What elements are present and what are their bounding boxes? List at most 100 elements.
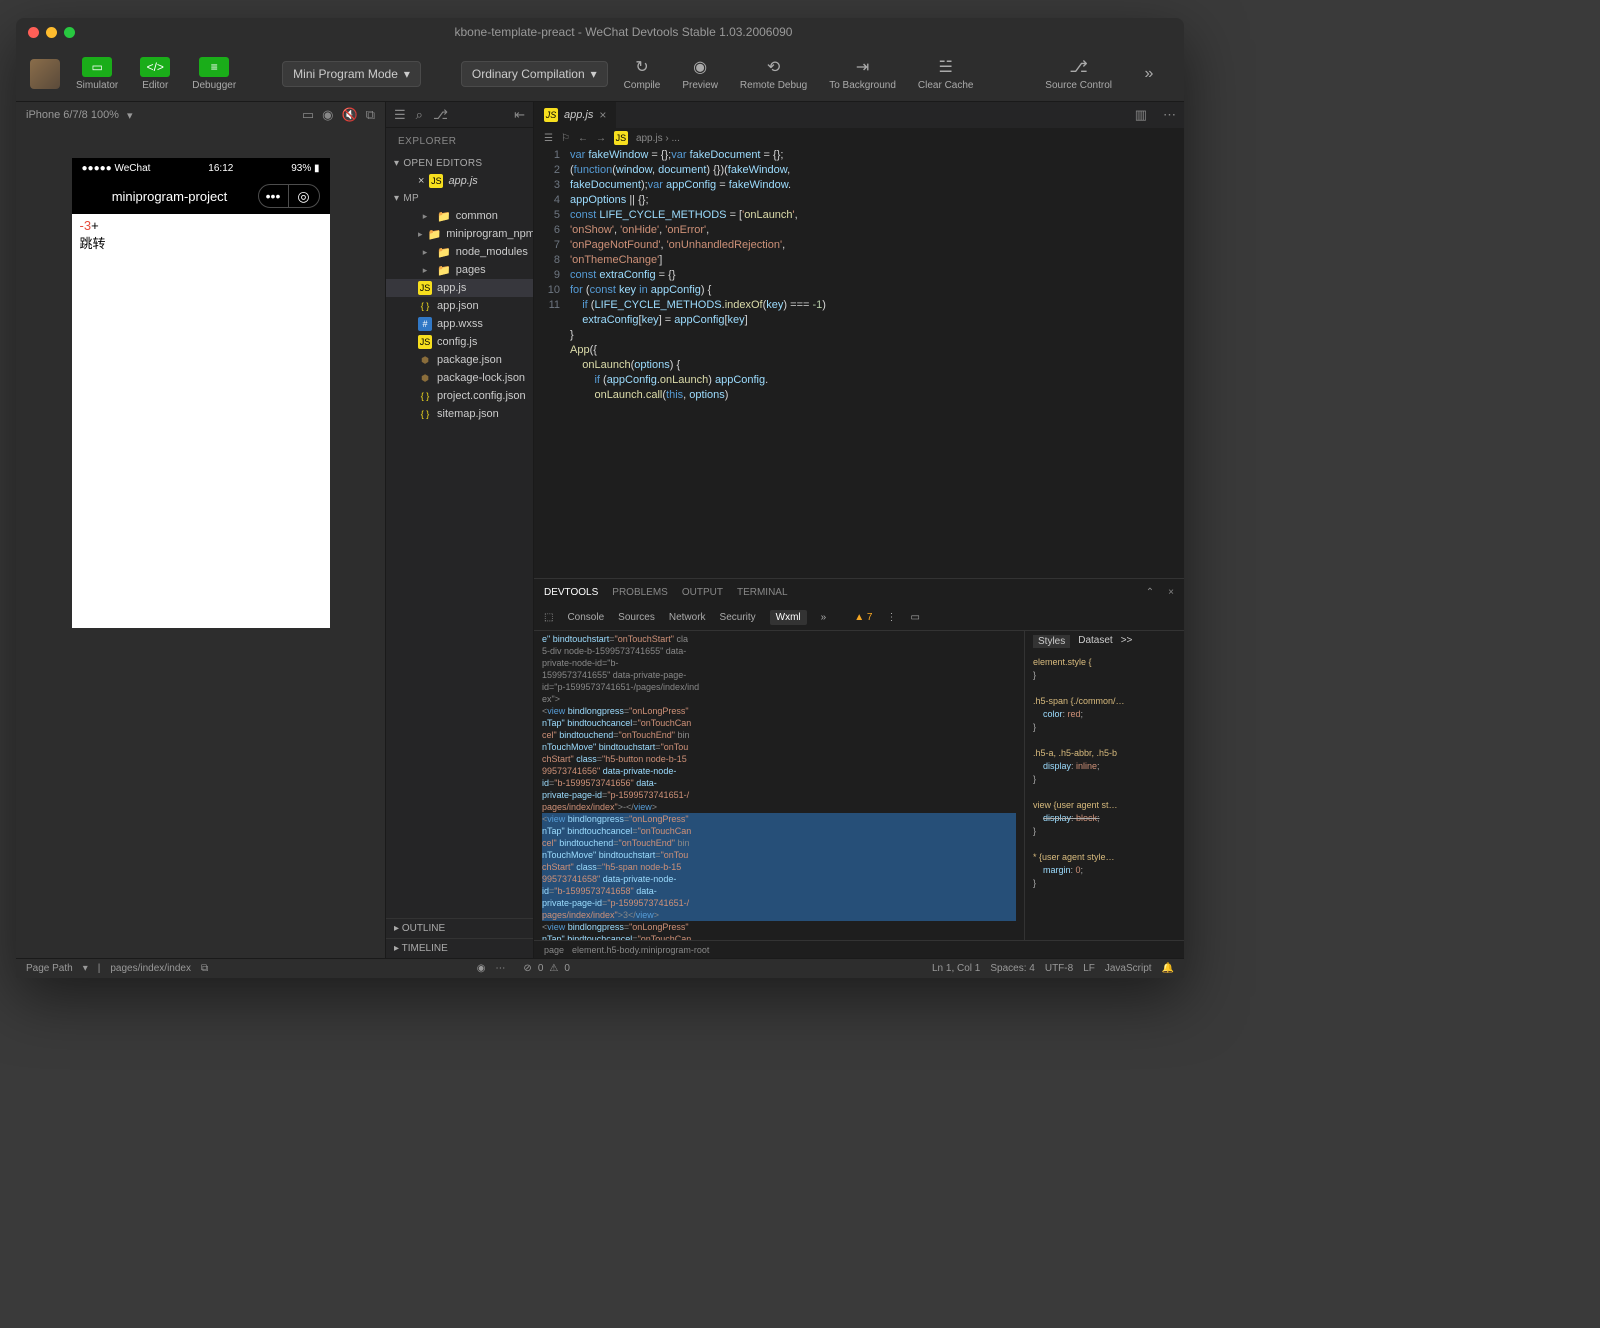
- compilation-label: Ordinary Compilation: [472, 67, 585, 81]
- tree-item[interactable]: JSconfig.js: [386, 333, 533, 351]
- more-icon[interactable]: »: [821, 612, 827, 623]
- mode-select[interactable]: Mini Program Mode▾: [282, 61, 421, 87]
- copy-icon[interactable]: ⧉: [366, 107, 375, 123]
- chevron-down-icon: ▾: [591, 67, 597, 81]
- outline-section[interactable]: ▸ OUTLINE: [386, 918, 533, 938]
- inspect-icon[interactable]: ⬚: [544, 612, 553, 623]
- close-icon[interactable]: [28, 27, 39, 38]
- devtools-tabs: DEVTOOLS PROBLEMS OUTPUT TERMINAL ⌃ ×: [534, 579, 1184, 605]
- open-editors-section[interactable]: ▾OPEN EDITORS: [386, 155, 533, 172]
- more-icon[interactable]: ⋯: [495, 963, 505, 974]
- device-select[interactable]: iPhone 6/7/8 100%: [26, 109, 119, 121]
- cursor-pos[interactable]: Ln 1, Col 1: [932, 963, 980, 974]
- styles-tab[interactable]: Styles: [1033, 635, 1070, 648]
- menu-icon[interactable]: ⋮: [886, 612, 896, 623]
- open-editor-item[interactable]: ×JSapp.js: [386, 172, 533, 190]
- minimize-icon[interactable]: [46, 27, 57, 38]
- close-icon[interactable]: ×: [599, 108, 606, 122]
- titlebar: kbone-template-preact - WeChat Devtools …: [16, 18, 1184, 46]
- record-icon[interactable]: ◉: [322, 107, 333, 123]
- styles-body[interactable]: element.style {}.h5-span {./common/…colo…: [1025, 652, 1184, 940]
- code-editor[interactable]: 1234567891011 var fakeWindow = {};var fa…: [534, 148, 1184, 578]
- simulator-button[interactable]: ▭Simulator: [70, 55, 124, 93]
- bookmark-icon[interactable]: ⚐: [561, 133, 570, 144]
- avatar[interactable]: [30, 59, 60, 89]
- eol[interactable]: LF: [1083, 963, 1095, 974]
- devtools-subtabs: ⬚ Console Sources Network Security Wxml …: [534, 605, 1184, 631]
- page-path-label[interactable]: Page Path: [26, 963, 73, 974]
- dataset-tab[interactable]: Dataset: [1078, 635, 1112, 648]
- clear-cache-button[interactable]: ☱Clear Cache: [912, 55, 980, 93]
- tree-item[interactable]: ⬢package-lock.json: [386, 369, 533, 387]
- list-icon[interactable]: ☰: [394, 107, 406, 123]
- tab-terminal[interactable]: TERMINAL: [737, 587, 788, 598]
- scm-icon[interactable]: ⎇: [433, 107, 448, 123]
- timeline-section[interactable]: ▸ TIMELINE: [386, 938, 533, 958]
- tree-item[interactable]: { }app.json: [386, 297, 533, 315]
- wxml-tree[interactable]: e" bindtouchstart="onTouchStart" cla5-di…: [534, 631, 1024, 940]
- tab-devtools[interactable]: DEVTOOLS: [544, 587, 598, 598]
- subtab-wxml[interactable]: Wxml: [770, 610, 807, 625]
- plus-icon[interactable]: +: [91, 218, 99, 233]
- editor-button[interactable]: </>Editor: [134, 55, 176, 93]
- compilation-select[interactable]: Ordinary Compilation ▾: [461, 61, 608, 87]
- back-icon[interactable]: ←: [578, 133, 588, 144]
- indent[interactable]: Spaces: 4: [990, 963, 1034, 974]
- close-icon[interactable]: ×: [1168, 587, 1174, 598]
- subtab-sources[interactable]: Sources: [618, 612, 655, 623]
- tree-item[interactable]: #app.wxss: [386, 315, 533, 333]
- to-background-button[interactable]: ⇥To Background: [823, 55, 902, 93]
- preview-label: Preview: [682, 80, 718, 91]
- simulator-pane: iPhone 6/7/8 100%▾ ▭ ◉ 🔇 ⧉ ●●●●● WeChat …: [16, 102, 386, 958]
- phone-content[interactable]: -3+ 跳转: [72, 214, 330, 628]
- warning-badge[interactable]: ▲ 7: [854, 612, 872, 623]
- forward-icon[interactable]: →: [596, 133, 606, 144]
- subtab-security[interactable]: Security: [720, 612, 756, 623]
- dock-icon[interactable]: ▭: [910, 612, 919, 623]
- page-path[interactable]: pages/index/index: [110, 963, 191, 974]
- device-icon[interactable]: ▭: [302, 107, 314, 123]
- tree-item[interactable]: JSapp.js: [386, 279, 533, 297]
- breadcrumb[interactable]: ☰ ⚐ ← → JSapp.js › ...: [534, 128, 1184, 148]
- tab-problems[interactable]: PROBLEMS: [612, 587, 668, 598]
- split-icon[interactable]: ▥: [1127, 107, 1155, 123]
- tree-item[interactable]: ▸📁node_modules: [386, 243, 533, 261]
- element-path[interactable]: page element.h5-body.miniprogram-root: [534, 940, 1184, 958]
- preview-button[interactable]: ◉Preview: [676, 55, 724, 93]
- close-icon[interactable]: ×: [418, 175, 424, 187]
- tree-item[interactable]: ▸📁common: [386, 207, 533, 225]
- tree-item[interactable]: ▸📁miniprogram_npm: [386, 225, 533, 243]
- chevron-up-icon[interactable]: ⌃: [1146, 587, 1154, 598]
- root-section[interactable]: ▾MP: [386, 190, 533, 207]
- bell-icon[interactable]: 🔔: [1162, 963, 1174, 974]
- tree-item[interactable]: { }sitemap.json: [386, 405, 533, 423]
- language[interactable]: JavaScript: [1105, 963, 1152, 974]
- collapse-icon[interactable]: ⇤: [514, 107, 525, 123]
- encoding[interactable]: UTF-8: [1045, 963, 1073, 974]
- more-icon[interactable]: ⋯: [1155, 107, 1184, 123]
- subtab-network[interactable]: Network: [669, 612, 706, 623]
- devtools-panel: DEVTOOLS PROBLEMS OUTPUT TERMINAL ⌃ × ⬚ …: [534, 578, 1184, 958]
- tab-app-js[interactable]: JSapp.js×: [534, 102, 616, 128]
- mute-icon[interactable]: 🔇: [342, 107, 358, 123]
- compile-button[interactable]: ↻Compile: [618, 55, 667, 93]
- eye-icon[interactable]: ◉: [477, 963, 486, 974]
- counter-value: -3: [80, 218, 92, 233]
- debugger-button[interactable]: ≡Debugger: [186, 55, 242, 93]
- capsule-menu-icon[interactable]: •••: [259, 185, 289, 207]
- tree-item[interactable]: { }project.config.json: [386, 387, 533, 405]
- tree-item[interactable]: ▸📁pages: [386, 261, 533, 279]
- nav-link[interactable]: 跳转: [80, 233, 322, 252]
- more-tab[interactable]: >>: [1121, 635, 1133, 648]
- maximize-icon[interactable]: [64, 27, 75, 38]
- copy-icon[interactable]: ⧉: [201, 963, 208, 974]
- tab-output[interactable]: OUTPUT: [682, 587, 723, 598]
- list-icon[interactable]: ☰: [544, 133, 553, 144]
- subtab-console[interactable]: Console: [567, 612, 604, 623]
- remote-debug-button[interactable]: ⟲Remote Debug: [734, 55, 813, 93]
- tree-item[interactable]: ⬢package.json: [386, 351, 533, 369]
- source-control-button[interactable]: ⎇Source Control: [1039, 55, 1118, 93]
- search-icon[interactable]: ⌕: [416, 107, 423, 123]
- more-button[interactable]: »: [1128, 62, 1170, 86]
- capsule-close-icon[interactable]: ◎: [289, 185, 319, 207]
